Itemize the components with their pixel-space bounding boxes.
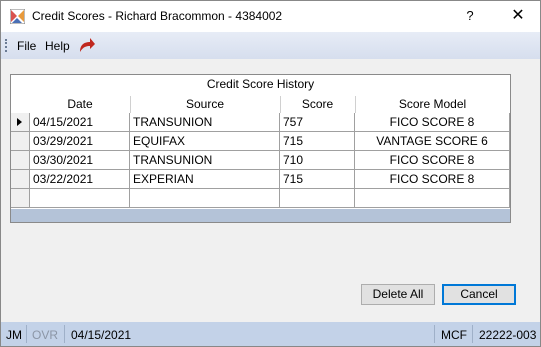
cell-score[interactable] (280, 189, 355, 208)
title-bar: Credit Scores - Richard Bracommon - 4384… (1, 1, 540, 32)
menu-bar: File Help (1, 32, 540, 59)
row-selector[interactable] (11, 151, 30, 170)
table-row[interactable]: 03/30/2021 TRANSUNION 710 FICO SCORE 8 (11, 151, 510, 170)
app-icon (10, 9, 25, 24)
cell-score[interactable]: 757 (280, 113, 355, 132)
status-date: 04/15/2021 (71, 328, 132, 342)
cell-score-model[interactable]: FICO SCORE 8 (355, 113, 510, 132)
menu-file[interactable]: File (17, 39, 36, 53)
new-row[interactable] (11, 189, 510, 208)
cell-source[interactable]: TRANSUNION (130, 151, 280, 170)
grid-footer (11, 209, 510, 222)
credit-scores-window: Credit Scores - Richard Bracommon - 4384… (0, 0, 541, 347)
status-user-initials: JM (6, 328, 22, 342)
cell-score-model[interactable]: FICO SCORE 8 (355, 151, 510, 170)
cell-source[interactable]: EXPERIAN (130, 170, 280, 189)
grid-caption: Credit Score History (206, 77, 315, 91)
row-selector[interactable] (11, 132, 30, 151)
cell-source[interactable]: EQUIFAX (130, 132, 280, 151)
help-button[interactable]: ? (455, 4, 485, 28)
redo-arrow-icon[interactable] (78, 37, 96, 53)
cell-source[interactable]: TRANSUNION (130, 113, 280, 132)
column-header-score[interactable]: Score (280, 96, 355, 113)
status-overwrite-indicator: OVR (32, 328, 59, 342)
cell-score[interactable]: 710 (280, 151, 355, 170)
status-mcf: MCF (441, 328, 467, 342)
status-bar: JM OVR 04/15/2021 MCF 22222-003 (1, 322, 540, 346)
window-title: Credit Scores - Richard Bracommon - 4384… (32, 9, 283, 23)
current-row-arrow-icon (17, 118, 22, 126)
row-selector[interactable] (11, 189, 30, 208)
menu-help[interactable]: Help (45, 39, 70, 53)
cell-date[interactable]: 03/30/2021 (30, 151, 130, 170)
credit-score-grid: Credit Score History Date Source Score S… (10, 74, 511, 223)
table-row[interactable]: 04/15/2021 TRANSUNION 757 FICO SCORE 8 (11, 113, 510, 132)
delete-all-button[interactable]: Delete All (361, 284, 435, 305)
status-divider (434, 325, 435, 343)
close-button[interactable]: ✕ (501, 4, 535, 28)
cell-date[interactable] (30, 189, 130, 208)
column-header-score-model[interactable]: Score Model (355, 96, 510, 113)
row-selector[interactable] (11, 113, 30, 132)
cell-score-model[interactable]: FICO SCORE 8 (355, 170, 510, 189)
row-selector[interactable] (11, 170, 30, 189)
column-header-source[interactable]: Source (130, 96, 280, 113)
status-divider (64, 325, 65, 343)
cell-score-model[interactable]: VANTAGE SCORE 6 (355, 132, 510, 151)
table-row[interactable]: 03/22/2021 EXPERIAN 715 FICO SCORE 8 (11, 170, 510, 189)
status-code: 22222-003 (479, 328, 537, 342)
status-divider (26, 325, 27, 343)
table-row[interactable]: 03/29/2021 EQUIFAX 715 VANTAGE SCORE 6 (11, 132, 510, 151)
cell-source[interactable] (130, 189, 280, 208)
cell-date[interactable]: 03/29/2021 (30, 132, 130, 151)
cancel-button[interactable]: Cancel (442, 284, 516, 305)
cell-score-model[interactable] (355, 189, 510, 208)
cell-date[interactable]: 03/22/2021 (30, 170, 130, 189)
cell-score[interactable]: 715 (280, 132, 355, 151)
cell-score[interactable]: 715 (280, 170, 355, 189)
cell-date[interactable]: 04/15/2021 (30, 113, 130, 132)
toolbar-grip-icon[interactable] (5, 39, 8, 52)
column-header-date[interactable]: Date (30, 96, 130, 113)
status-divider (472, 325, 473, 343)
